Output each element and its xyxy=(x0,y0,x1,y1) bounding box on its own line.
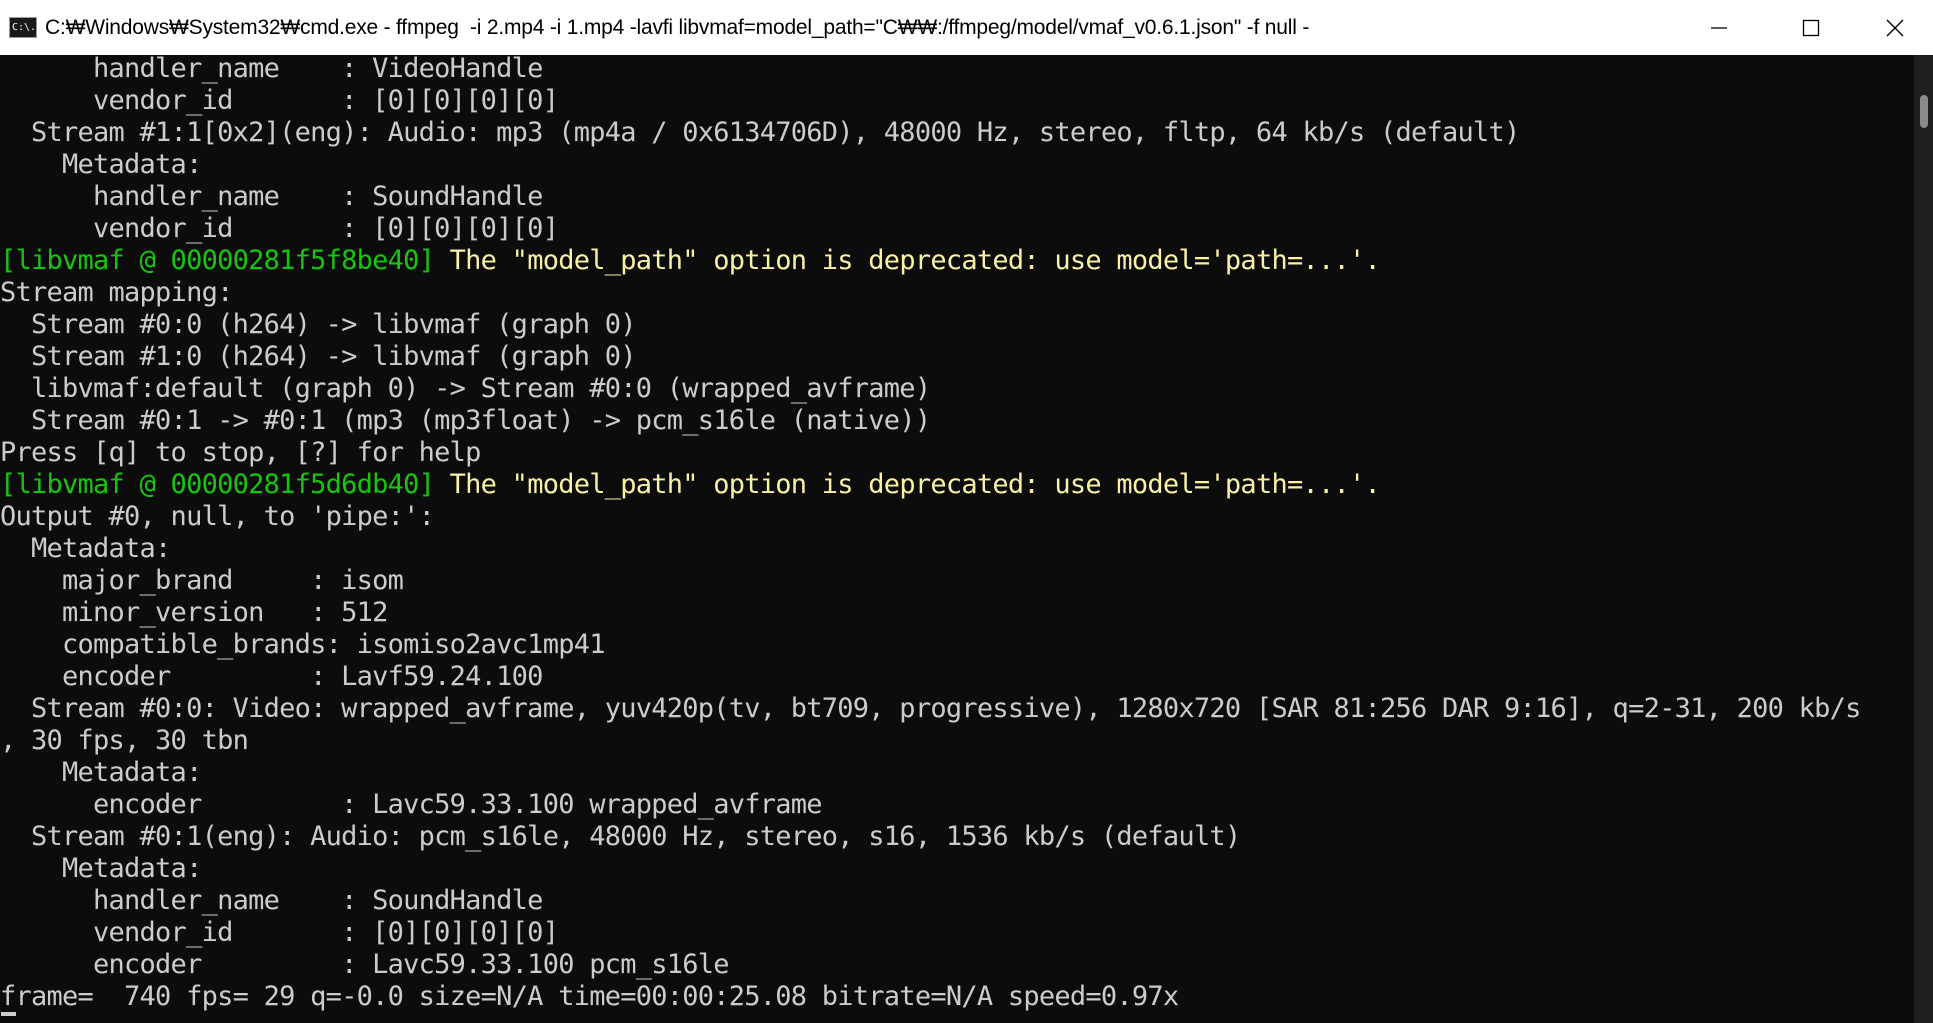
vertical-scrollbar[interactable] xyxy=(1914,55,1933,1023)
console-line: encoder : Lavf59.24.100 xyxy=(0,661,543,692)
console-line: minor_version : 512 xyxy=(0,597,388,628)
minimize-icon xyxy=(1711,26,1727,29)
console-line: Stream #1:0 (h264) -> libvmaf (graph 0) xyxy=(0,341,636,372)
close-button[interactable] xyxy=(1857,0,1933,55)
terminal-window: C:\. C:₩Windows₩System32₩cmd.exe - ffmpe… xyxy=(0,0,1933,1023)
console-output[interactable]: handler_name : VideoHandle vendor_id : [… xyxy=(0,55,1914,1017)
console-line: Metadata: xyxy=(0,533,171,564)
console-line: vendor_id : [0][0][0][0] xyxy=(0,917,559,948)
log-prefix: [libvmaf @ 00000281f5f8be40] xyxy=(0,245,435,276)
scrollbar-thumb[interactable] xyxy=(1920,95,1928,128)
console-line: handler_name : SoundHandle xyxy=(0,181,543,212)
cmd-app-icon[interactable]: C:\. xyxy=(9,17,37,38)
console-line: Metadata: xyxy=(0,757,202,788)
console-line: frame= 740 fps= 29 q=-0.0 size=N/A time=… xyxy=(0,981,1179,1012)
log-prefix: [libvmaf @ 00000281f5d6db40] xyxy=(0,469,435,500)
maximize-button[interactable] xyxy=(1765,0,1857,55)
console-line: Stream #1:1[0x2](eng): Audio: mp3 (mp4a … xyxy=(0,117,1520,148)
maximize-icon xyxy=(1802,19,1820,36)
console-line: Metadata: xyxy=(0,853,202,884)
window-title: C:₩Windows₩System32₩cmd.exe - ffmpeg -i … xyxy=(45,16,1310,39)
console-line: libvmaf:default (graph 0) -> Stream #0:0… xyxy=(0,373,931,404)
console-line: Stream #0:1(eng): Audio: pcm_s16le, 4800… xyxy=(0,821,1241,852)
title-bar[interactable]: C:\. C:₩Windows₩System32₩cmd.exe - ffmpe… xyxy=(0,0,1933,55)
warning-text: The "model_path" option is deprecated: u… xyxy=(434,469,1381,500)
console-line: encoder : Lavc59.33.100 wrapped_avframe xyxy=(0,789,823,820)
console-line: vendor_id : [0][0][0][0] xyxy=(0,85,559,116)
console-line: encoder : Lavc59.33.100 pcm_s16le xyxy=(0,949,729,980)
console-line: [libvmaf @ 00000281f5f8be40] The "model_… xyxy=(0,245,1381,277)
console-line: Stream mapping: xyxy=(0,277,233,308)
console-line: , 30 fps, 30 tbn xyxy=(0,725,249,756)
console-line: Stream #0:1 -> #0:1 (mp3 (mp3float) -> p… xyxy=(0,405,931,436)
console-line: handler_name : VideoHandle xyxy=(0,55,543,84)
console-line: Output #0, null, to 'pipe:': xyxy=(0,501,435,532)
console-line: vendor_id : [0][0][0][0] xyxy=(0,213,559,244)
console-line: Metadata: xyxy=(0,149,202,180)
console-line: compatible_brands: isomiso2avc1mp41 xyxy=(0,629,605,660)
close-icon xyxy=(1886,19,1904,36)
console-line: Stream #0:0 (h264) -> libvmaf (graph 0) xyxy=(0,309,636,340)
console-line: major_brand : isom xyxy=(0,565,404,596)
text-cursor xyxy=(1,1012,16,1016)
console-line: Press [q] to stop, [?] for help xyxy=(0,437,481,468)
console-line: Stream #0:0: Video: wrapped_avframe, yuv… xyxy=(0,693,1861,724)
console-line: [libvmaf @ 00000281f5d6db40] The "model_… xyxy=(0,469,1381,501)
warning-text: The "model_path" option is deprecated: u… xyxy=(434,245,1381,276)
console-line: handler_name : SoundHandle xyxy=(0,885,543,916)
minimize-button[interactable] xyxy=(1673,0,1765,55)
